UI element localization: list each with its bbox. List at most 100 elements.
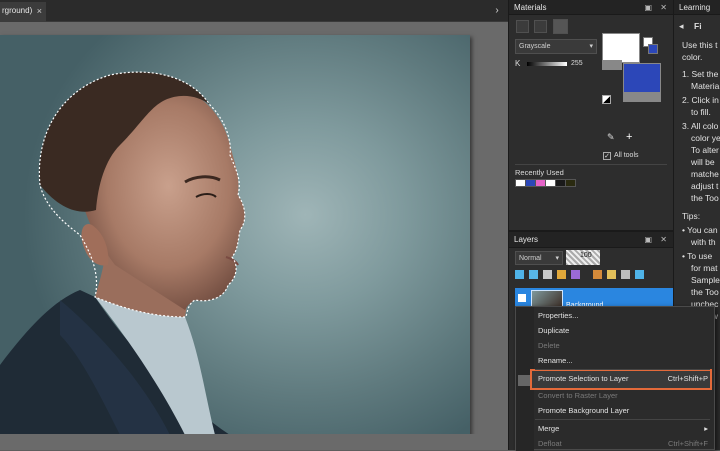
opacity-value: 100 (580, 252, 592, 259)
learning-text-line: 2. Click in (682, 95, 719, 105)
learning-text-line: 1. Set the (682, 69, 719, 79)
selection-marker (518, 375, 530, 386)
image-canvas[interactable] (0, 35, 470, 435)
trash-icon[interactable] (621, 270, 630, 279)
portrait-photo (0, 71, 246, 435)
learning-header: Learning (674, 0, 720, 15)
materials-title: Materials (514, 3, 547, 12)
learning-text-line: adjust t (691, 181, 719, 191)
context-menu-item[interactable]: Rename... (538, 356, 708, 365)
frame-tab-icon[interactable] (516, 20, 529, 33)
learning-text-line: To alter (691, 145, 719, 155)
learning-text-line: Use this t (682, 40, 718, 50)
context-menu-item: Defloat Ctrl+Shift+F (538, 439, 708, 448)
panel-window-buttons[interactable]: ▣ ✕ (645, 232, 670, 247)
all-tools-checkbox[interactable]: ✓ (603, 152, 611, 160)
learning-text-line: 3. All colo (682, 121, 719, 131)
recently-used-label: Recently Used (515, 168, 564, 177)
materials-panel: Materials ▣ ✕ Grayscale ▾ K 255 ✎ + ✓ Al… (508, 0, 673, 230)
context-menu-item-label: Promote Background Layer (538, 406, 630, 415)
effects-icon[interactable] (571, 270, 580, 279)
tab-scroll-right-icon[interactable]: › (490, 4, 504, 18)
context-menu-item-label: Merge (538, 424, 560, 433)
learning-text-line: matche (691, 169, 719, 179)
learning-text-line: Tips: (682, 211, 701, 221)
document-tab[interactable]: rground) × (0, 2, 46, 22)
learning-text-line: Sample (691, 275, 720, 285)
learning-text-line: color. (682, 52, 703, 62)
context-menu-item-shortcut: ▸ (704, 424, 708, 433)
learning-text-line: with th (691, 237, 716, 247)
context-menu-item-label: Properties... (538, 311, 579, 320)
materials-header: Materials ▣ ✕ (509, 0, 673, 15)
link-icon[interactable] (593, 270, 602, 279)
learning-text-line: the Too (691, 193, 719, 203)
document-tab-bar: rground) × › (0, 0, 508, 22)
context-menu-item-label: Promote Selection to Layer (538, 374, 629, 383)
learning-text-line: • You can (682, 225, 718, 235)
back-arrow-icon[interactable]: ◂ (679, 21, 684, 32)
learning-text-line: the Too (691, 287, 719, 297)
document-bottom-area (0, 434, 508, 450)
swatches-tab-icon[interactable] (553, 19, 568, 34)
all-tools-label: All tools (614, 152, 639, 159)
mask-icon[interactable] (557, 270, 566, 279)
layer-properties-icon[interactable] (635, 270, 644, 279)
context-menu-item[interactable]: Duplicate (538, 326, 708, 335)
menu-separator (535, 369, 710, 370)
add-swatch-icon[interactable]: + (626, 131, 632, 143)
foreground-color-swatch[interactable] (602, 33, 640, 63)
context-menu-item[interactable]: Promote Selection to Layer Ctrl+Shift+P (538, 374, 708, 383)
divider (515, 164, 667, 165)
new-layer-icon[interactable] (515, 270, 524, 279)
blend-mode-select[interactable]: Normal ▾ (515, 251, 563, 265)
recent-color-swatch[interactable] (565, 179, 576, 187)
context-menu-item[interactable]: Properties... (538, 311, 708, 320)
color-mode-select[interactable]: Grayscale ▾ (515, 39, 597, 54)
chevron-down-icon: ▾ (555, 255, 559, 262)
context-menu-item: Delete (538, 341, 708, 350)
adjustment-layer-icon[interactable] (543, 270, 552, 279)
layers-toolbar (515, 270, 670, 282)
menu-separator (535, 419, 710, 420)
learning-text-line: Materia (691, 81, 720, 91)
context-menu-item-shortcut: Ctrl+Shift+F (667, 439, 708, 448)
context-menu-item: Convert to Raster Layer (538, 391, 708, 400)
visibility-icon[interactable] (518, 294, 526, 302)
context-menu-item-label: Defloat (538, 439, 562, 448)
dropper-icon[interactable]: ✎ (607, 132, 615, 143)
rainbow-tab-icon[interactable] (534, 20, 547, 33)
context-menu-item-label: Duplicate (538, 326, 570, 335)
layers-header: Layers ▣ ✕ (509, 232, 673, 248)
channel-slider[interactable] (527, 62, 567, 66)
blend-mode-value: Normal (519, 255, 542, 262)
learning-text-line: • To use (682, 251, 713, 261)
context-menu-item-label: Delete (538, 341, 560, 350)
bg-texture-toggle-icon[interactable] (623, 92, 661, 102)
context-menu-item[interactable]: Promote Background Layer (538, 406, 708, 415)
learning-text-line: for mat (691, 263, 718, 273)
context-menu-item-label: Convert to Raster Layer (538, 391, 618, 400)
layers-title: Layers (514, 235, 539, 244)
learning-text-line: to fill. (691, 107, 711, 117)
swap-colors-icon[interactable] (602, 95, 611, 104)
context-menu-item-shortcut: Ctrl+Shift+P (667, 374, 708, 383)
color-mode-value: Grayscale (519, 43, 551, 50)
new-group-icon[interactable] (529, 270, 538, 279)
channel-value: 255 (571, 60, 583, 67)
learning-title: Learning (679, 3, 711, 12)
document-tab-label: rground) (2, 6, 33, 15)
learning-heading: Fi (694, 21, 702, 31)
chevron-down-icon: ▾ (589, 43, 593, 50)
panel-window-buttons[interactable]: ▣ ✕ (645, 0, 670, 15)
close-icon[interactable]: × (37, 2, 42, 20)
background-color-swatch[interactable] (623, 63, 661, 93)
opacity-field[interactable]: 100 (566, 250, 600, 265)
context-menu-item[interactable]: Merge ▸ (538, 424, 708, 433)
learning-text-line: color ye (691, 133, 720, 143)
texture-toggle-icon[interactable] (602, 60, 622, 70)
learning-text-line: will be (691, 157, 715, 167)
background-mini-swatch[interactable] (648, 44, 658, 54)
lock-icon[interactable] (607, 270, 616, 279)
channel-label: K (515, 59, 521, 68)
